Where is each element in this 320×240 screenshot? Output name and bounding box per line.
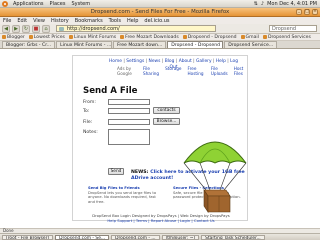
bookmark-item[interactable]: Free Mozart Downloads [120, 35, 179, 40]
menu-bookmarks[interactable]: Bookmarks [72, 18, 106, 24]
gnome-top-panel: Applications Places System ⇅ ♪ Mon Dec 4… [0, 0, 320, 8]
taskbar-item-task-scheduler[interactable]: Starting Task Scheduler... [201, 234, 265, 240]
bookmark-label: Dropsend - Dropsend [187, 34, 237, 40]
nav-gallery[interactable]: Gallery [196, 59, 212, 64]
bookmark-item[interactable]: Dropsend Services [262, 34, 311, 40]
tab-strip: Blogger: Grbs - Cr... Linux Mint Forums … [0, 41, 320, 49]
file-field[interactable] [108, 119, 150, 125]
ad-link[interactable]: Storage [165, 66, 181, 76]
menu-help[interactable]: Help [124, 18, 141, 24]
menu-applications[interactable]: Applications [10, 1, 47, 7]
window-controls: _ □ × [296, 9, 318, 15]
reload-icon[interactable]: ↻ [22, 24, 30, 33]
ad-link[interactable]: File Sharing [143, 66, 159, 76]
feature-desc: DropSend lets you send large files to an… [88, 190, 157, 204]
bookmark-item[interactable]: Lowest Prices [28, 34, 65, 40]
window-title: Dropsend.com - Send Files For Free - Moz… [90, 9, 230, 15]
to-label: To: [83, 109, 90, 114]
news-label: NEWS: [131, 170, 149, 175]
forward-icon[interactable]: ▶ [12, 24, 20, 33]
bookmark-favicon-icon [262, 35, 267, 39]
tab-dropsend[interactable]: Dropsend - Dropsend [167, 41, 224, 48]
stop-icon[interactable]: ■ [32, 24, 40, 33]
bookmark-item[interactable]: Gmail [240, 34, 259, 40]
bookmark-favicon-icon [182, 35, 187, 39]
notes-label: Notes: [83, 130, 98, 135]
nav-home[interactable]: Home [109, 59, 122, 64]
bookmark-label: Dropsend Services [267, 34, 311, 40]
send-button[interactable]: Send [108, 168, 124, 175]
menu-delicious[interactable]: del.icio.us [141, 18, 172, 24]
tab-dropsend-services[interactable]: Dropsend Service... [224, 41, 278, 48]
menu-history[interactable]: History [48, 18, 72, 24]
from-field[interactable] [108, 99, 150, 105]
volume-icon[interactable]: ♪ [261, 1, 264, 7]
bookmark-label: Linux Mint Forums [73, 34, 117, 40]
browse-button[interactable]: Browse... [153, 118, 180, 125]
parachute-box-illustration [183, 141, 247, 213]
ad-link[interactable]: Host Files [234, 66, 247, 76]
ad-link[interactable]: Free Hosting [188, 66, 205, 76]
web-viewport: Home | Settings | News | Blog | About | … [0, 49, 320, 228]
clock[interactable]: Mon Dec 4, 4:01 PM [267, 1, 317, 7]
bookmark-item[interactable]: Dropsend - Dropsend [182, 34, 237, 40]
page-title: Send A File [83, 86, 138, 96]
bookmark-item[interactable]: Linux Mint Forums [68, 34, 117, 40]
taskbar-item-dropsend[interactable]: Dropsend.com - ... [111, 234, 160, 240]
feature-block: Send Big Files to Friends DropSend lets … [88, 186, 158, 204]
taskbar-item-file-browser[interactable]: [root - File Browser] [2, 234, 54, 240]
bookmarks-toolbar: Blogger Lowest Prices Linux Mint Forums … [0, 34, 320, 41]
nav-about[interactable]: About [179, 59, 192, 64]
from-label: From: [83, 100, 96, 105]
home-icon[interactable]: ⌂ [42, 24, 50, 33]
navigation-toolbar: ◀ ▶ ↻ ■ ⌂ http://dropsend.com/ Dropsend [0, 24, 320, 34]
bookmark-label: Lowest Prices [33, 34, 65, 40]
browser-menubar: File Edit View History Bookmarks Tools H… [0, 17, 320, 24]
menu-edit[interactable]: Edit [14, 18, 30, 24]
bookmark-favicon-icon [28, 35, 33, 39]
bookmark-label: Free Mozart Downloads [125, 34, 179, 40]
nav-news[interactable]: News [149, 59, 161, 64]
minimize-icon[interactable]: _ [296, 9, 302, 15]
bookmark-label: Gmail [245, 34, 259, 40]
ad-link[interactable]: File Uploads [211, 66, 228, 76]
tab-mozart[interactable]: Free Mozart down... [113, 41, 167, 48]
gnome-bottom-panel: [root - File Browser] Dropsend.com - Se.… [0, 233, 320, 240]
tab-blogger[interactable]: Blogger: Grbs - Cr... [2, 41, 56, 48]
search-input[interactable]: Dropsend [269, 25, 317, 32]
url-bar[interactable]: http://dropsend.com/ [56, 25, 216, 32]
taskbar-item-firefox[interactable]: Dropsend.com - Se... [55, 234, 110, 240]
menu-view[interactable]: View [30, 18, 48, 24]
nav-blog[interactable]: Blog [165, 59, 175, 64]
bookmark-favicon-icon [120, 35, 125, 39]
system-tray: ⇅ ♪ Mon Dec 4, 4:01 PM [254, 1, 320, 7]
ads-subnav: Ads by Google File Sharing Storage Free … [117, 66, 247, 76]
network-icon[interactable]: ⇅ [254, 1, 258, 7]
ads-label: Ads by Google [117, 66, 132, 76]
bookmark-favicon-icon [240, 35, 245, 39]
nav-help[interactable]: Help [216, 59, 226, 64]
contacts-button[interactable]: contacts [153, 107, 180, 114]
tab-linux-mint[interactable]: Linux Mint Forums - ... [56, 41, 113, 48]
bookmark-favicon-icon [2, 35, 6, 39]
bookmark-label: Blogger [7, 34, 25, 40]
ubuntu-logo-icon[interactable] [2, 0, 8, 7]
nav-settings[interactable]: Settings [126, 59, 144, 64]
menu-tools[interactable]: Tools [106, 18, 124, 24]
close-icon[interactable]: × [312, 9, 318, 15]
menu-places[interactable]: Places [47, 1, 69, 7]
taskbar-item-terminal[interactable]: [tlh@user: ~] [161, 234, 200, 240]
desktop-screen: Applications Places System ⇅ ♪ Mon Dec 4… [0, 0, 320, 240]
bookmark-item[interactable]: Blogger [2, 35, 25, 40]
maximize-icon[interactable]: □ [304, 9, 310, 15]
footer-links[interactable]: Help Support | Terms | Report Abuse | Lo… [83, 218, 239, 223]
bookmark-favicon-icon [68, 35, 73, 39]
notes-textarea[interactable] [108, 129, 150, 145]
window-titlebar[interactable]: Dropsend.com - Send Files For Free - Moz… [0, 8, 320, 17]
menu-file[interactable]: File [0, 18, 14, 24]
file-label: File: [83, 120, 93, 125]
menu-system[interactable]: System [68, 1, 93, 7]
to-field[interactable] [108, 108, 150, 114]
back-icon[interactable]: ◀ [2, 24, 10, 33]
